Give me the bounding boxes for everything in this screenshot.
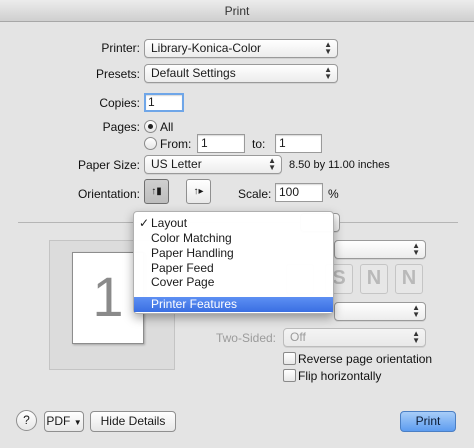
landscape-orientation-button[interactable]: ↑▸ [186,179,211,204]
chevron-down-icon: ▼ [73,418,82,427]
pages-all-radio[interactable] [144,120,157,133]
menu-item-label: Color Matching [151,231,232,245]
pdf-label: PDF [46,414,71,428]
pages-from-radio[interactable] [144,137,157,150]
two-sided-popup[interactable]: Off ▲ ▼ [283,328,426,347]
two-sided-label: Two-Sided: [215,331,276,345]
landscape-icon: ↑▸ [193,186,204,197]
popup-arrows-icon: ▲ ▼ [412,241,420,257]
pages-per-sheet-popup[interactable]: ▲ ▼ [334,240,426,259]
layout-direction-4[interactable]: N [395,264,423,294]
help-button[interactable]: ? [16,410,37,431]
border-popup[interactable]: ▲ ▼ [334,302,426,321]
checkmark-icon: ✓ [139,216,150,230]
menu-item-layout[interactable]: ✓ Layout [134,216,333,231]
scale-label: Scale: [238,187,272,201]
menu-item-label: Paper Handling [151,246,234,260]
popup-arrows-icon: ▲ ▼ [268,156,276,172]
hide-details-button[interactable]: Hide Details [90,411,176,432]
printer-label: Printer: [101,41,140,55]
popup-arrows-icon: ▲ ▼ [324,40,332,56]
scale-unit: % [328,187,339,201]
copies-label: Copies: [99,96,140,110]
two-sided-value: Off [290,330,306,344]
window-title-bar: Print [0,0,474,22]
print-button[interactable]: Print [400,411,456,432]
menu-item-label: Printer Features [151,297,238,311]
menu-item-cover-page[interactable]: Cover Page [134,275,333,290]
scale-field[interactable]: 100 [275,183,323,202]
pages-all-label: All [160,120,174,134]
flip-horizontally-checkbox[interactable] [283,369,296,382]
printer-popup[interactable]: Library-Konica-Color ▲ ▼ [144,39,338,58]
paper-size-popup[interactable]: US Letter ▲ ▼ [144,155,282,174]
window-title: Print [224,4,250,18]
menu-item-paper-handling[interactable]: Paper Handling [134,246,333,261]
menu-item-label: Layout [151,216,188,230]
copies-field[interactable]: 1 [144,93,184,112]
popup-arrows-icon: ▲ ▼ [412,329,420,345]
portrait-orientation-button[interactable]: ↑▮ [144,179,169,204]
pdf-menu-button[interactable]: PDF ▼ [44,411,84,432]
pages-from-field[interactable]: 1 [197,134,245,153]
menu-item-label: Cover Page [151,275,215,289]
menu-item-printer-features[interactable]: Printer Features [134,297,333,312]
flip-horizontally-label: Flip horizontally [298,369,382,383]
reverse-orientation-label: Reverse page orientation [298,352,433,366]
popup-arrows-icon: ▲ ▼ [412,303,420,319]
menu-item-label: Paper Feed [151,261,214,275]
presets-popup[interactable]: Default Settings ▲ ▼ [144,64,338,83]
pages-to-label: to: [252,137,266,151]
section-menu: ✓ Layout Color Matching Paper Handling P… [133,211,334,314]
presets-value: Default Settings [151,66,236,80]
help-icon: ? [23,413,30,427]
reverse-orientation-checkbox[interactable] [283,352,296,365]
orientation-label: Orientation: [77,187,140,201]
pages-from-label: From: [160,137,192,151]
pages-to-field[interactable]: 1 [275,134,322,153]
paper-size-value: US Letter [151,157,202,171]
paper-size-label: Paper Size: [77,158,140,172]
popup-arrows-icon: ▲ ▼ [324,65,332,81]
layout-direction-3[interactable]: N [360,264,388,294]
menu-item-color-matching[interactable]: Color Matching [134,231,333,246]
paper-dimensions: 8.50 by 11.00 inches [289,159,390,171]
pages-label: Pages: [102,120,140,134]
printer-value: Library-Konica-Color [151,41,262,55]
presets-label: Presets: [95,67,140,81]
portrait-icon: ↑▮ [151,186,162,197]
menu-item-paper-feed[interactable]: Paper Feed [134,261,333,276]
